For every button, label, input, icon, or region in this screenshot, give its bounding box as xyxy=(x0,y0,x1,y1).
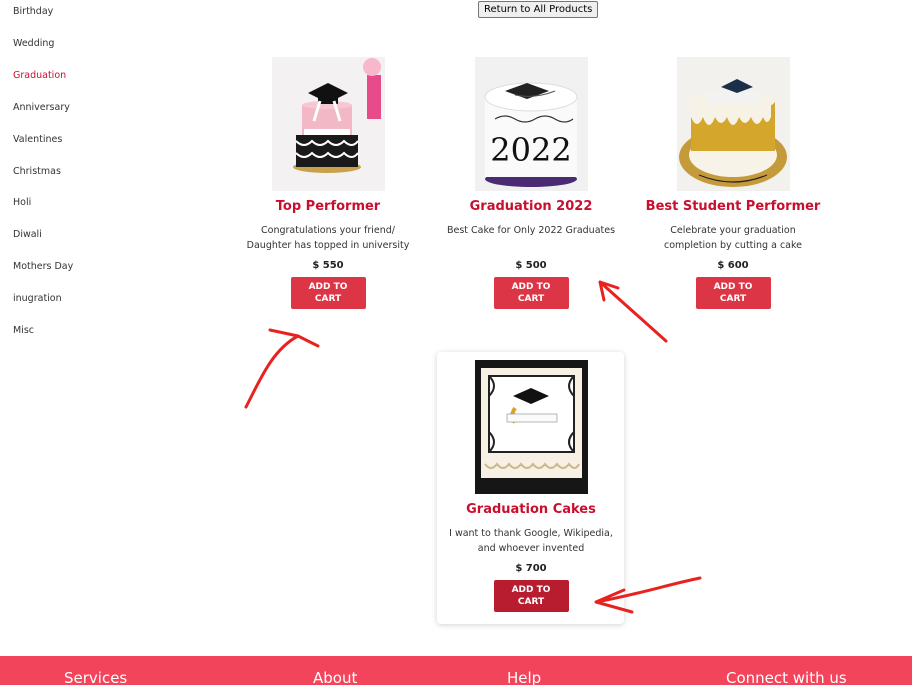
product-price: $ 700 xyxy=(515,563,547,574)
product-title[interactable]: Graduation 2022 xyxy=(441,199,621,214)
product-title[interactable]: Graduation Cakes xyxy=(441,502,621,517)
sidebar-item-misc[interactable]: Misc xyxy=(13,325,34,336)
graduation-cakes-picture xyxy=(474,360,588,494)
product-card-best-student-performer: Best Student Performer Celebrate your gr… xyxy=(643,57,823,309)
sidebar-item-valentines[interactable]: Valentines xyxy=(13,134,62,145)
sidebar-item-holi[interactable]: Holi xyxy=(13,197,31,208)
cake-image-graduation-2022[interactable]: 2022 xyxy=(474,57,588,191)
product-price: $ 550 xyxy=(312,260,344,271)
product-card-graduation-2022: 2022 Graduation 2022 Best Cake for Only … xyxy=(441,57,621,309)
product-price: $ 600 xyxy=(717,260,749,271)
product-card-top-performer: Top Performer Congratulations your frien… xyxy=(238,57,418,309)
sidebar-item-wedding[interactable]: Wedding xyxy=(13,38,54,49)
cake-image-best-student-performer[interactable] xyxy=(676,57,790,191)
cake-image-graduation-cakes[interactable] xyxy=(474,360,588,494)
arrow-annotation-left xyxy=(244,328,320,409)
add-to-cart-button[interactable]: ADD TO CART xyxy=(493,277,569,309)
cake-year-text: 2022 xyxy=(490,131,571,169)
product-description: Congratulations your friend/ Daughter ha… xyxy=(246,225,410,251)
sidebar-item-christmas[interactable]: Christmas xyxy=(13,166,61,177)
sidebar-item-anniversary[interactable]: Anniversary xyxy=(13,102,70,113)
product-title[interactable]: Top Performer xyxy=(238,199,418,214)
sidebar-item-diwali[interactable]: Diwali xyxy=(13,229,42,240)
product-description: Celebrate your graduation completion by … xyxy=(664,225,802,251)
graduation-2022-cake-picture: 2022 xyxy=(474,57,588,191)
sidebar-item-birthday[interactable]: Birthday xyxy=(13,6,53,17)
cake-image-top-performer[interactable] xyxy=(271,57,385,191)
best-student-cake-picture xyxy=(676,57,790,191)
return-to-all-products-button[interactable]: Return to All Products xyxy=(478,1,599,18)
sidebar-item-mothers-day[interactable]: Mothers Day xyxy=(13,261,73,272)
top-performer-cake-picture xyxy=(271,57,385,191)
footer-link-help[interactable]: Help xyxy=(507,669,541,687)
product-description: Best Cake for Only 2022 Graduates xyxy=(446,225,616,236)
footer-link-about[interactable]: About xyxy=(313,669,357,687)
footer-link-connect[interactable]: Connect with us xyxy=(726,669,847,687)
footer-bar: Services About Help Connect with us xyxy=(0,656,912,687)
sidebar-item-graduation[interactable]: Graduation xyxy=(13,70,66,81)
add-to-cart-button[interactable]: ADD TO CART xyxy=(493,580,569,612)
footer-link-services[interactable]: Services xyxy=(64,669,127,687)
sidebar-item-inugration[interactable]: inugration xyxy=(13,293,62,304)
product-description: I want to thank Google, Wikipedia, and w… xyxy=(449,528,613,554)
product-card-graduation-cakes: Graduation Cakes I want to thank Google,… xyxy=(441,360,621,612)
add-to-cart-button[interactable]: ADD TO CART xyxy=(290,277,366,309)
product-price: $ 500 xyxy=(515,260,547,271)
product-title[interactable]: Best Student Performer xyxy=(643,199,823,214)
add-to-cart-button[interactable]: ADD TO CART xyxy=(695,277,771,309)
